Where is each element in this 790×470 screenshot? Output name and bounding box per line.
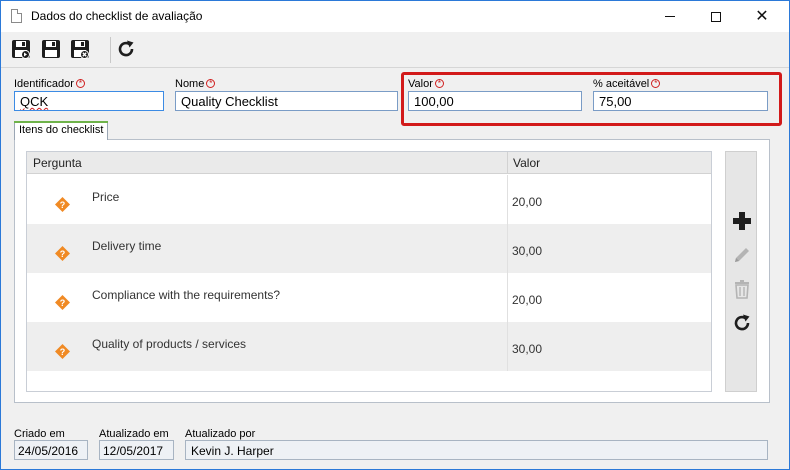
- cell-divider: [507, 175, 508, 224]
- delete-icon[interactable]: [731, 278, 753, 300]
- identifier-field[interactable]: QCK: [14, 91, 164, 111]
- question-text: Delivery time: [92, 239, 162, 253]
- save-and-new-icon[interactable]: [40, 38, 62, 60]
- question-text: Price: [92, 190, 120, 204]
- created-label: Criado em: [14, 428, 65, 440]
- window-title: Dados do checklist de avaliação: [31, 9, 203, 23]
- toolbar: [1, 32, 789, 68]
- value-text: 30,00: [512, 342, 543, 356]
- svg-text:?: ?: [60, 249, 66, 259]
- updated-by-field: Kevin J. Harper: [185, 440, 768, 460]
- maximize-button[interactable]: [693, 1, 739, 32]
- edit-icon[interactable]: [731, 244, 753, 266]
- value-text: 20,00: [512, 293, 543, 307]
- checklist-window: Dados do checklist de avaliação ✕ Identi…: [0, 0, 790, 470]
- close-button[interactable]: ✕: [739, 1, 785, 32]
- grid-side-toolbar: [725, 151, 757, 392]
- cell-divider: [507, 273, 508, 322]
- required-icon: *: [75, 79, 85, 88]
- table-row[interactable]: ? Compliance with the requirements? 20,0…: [27, 273, 711, 322]
- cell-divider: [507, 322, 508, 371]
- question-icon: ?: [55, 246, 70, 261]
- refresh-icon[interactable]: [115, 38, 137, 60]
- identifier-label: Identificador *: [14, 78, 85, 90]
- table-row[interactable]: ? Price 20,00: [27, 175, 711, 224]
- minimize-icon: [665, 16, 675, 17]
- identifier-value: QCK: [20, 94, 49, 109]
- question-icon: ?: [55, 344, 70, 359]
- close-icon: ✕: [755, 7, 769, 25]
- updated-label: Atualizado em: [99, 428, 169, 440]
- grid-header: Pergunta Valor: [27, 152, 711, 174]
- name-label: Nome *: [175, 78, 216, 90]
- question-text: Quality of products / services: [92, 337, 247, 351]
- updated-field: 12/05/2017: [99, 440, 174, 460]
- maximize-icon: [711, 11, 721, 22]
- column-divider: [507, 152, 508, 174]
- created-field: 24/05/2016: [14, 440, 88, 460]
- document-icon: [11, 9, 22, 23]
- question-icon: ?: [55, 295, 70, 310]
- question-text: Compliance with the requirements?: [92, 288, 281, 302]
- svg-text:?: ?: [60, 347, 66, 357]
- value-text: 20,00: [512, 195, 543, 209]
- minimize-button[interactable]: [647, 1, 693, 32]
- value-text: 30,00: [512, 244, 543, 258]
- svg-text:?: ?: [60, 200, 66, 210]
- title-bar: Dados do checklist de avaliação ✕: [1, 1, 789, 32]
- updated-by-label: Atualizado por: [185, 428, 256, 440]
- save-and-close-icon[interactable]: [69, 38, 91, 60]
- save-icon[interactable]: [10, 38, 32, 60]
- refresh-icon[interactable]: [731, 312, 753, 334]
- svg-text:?: ?: [60, 298, 66, 308]
- required-icon: *: [206, 79, 216, 88]
- toolbar-separator: [110, 37, 111, 63]
- tab-checklist-items[interactable]: Itens do checklist: [14, 121, 108, 140]
- column-header-value[interactable]: Valor: [513, 156, 540, 170]
- cell-divider: [507, 224, 508, 273]
- table-row[interactable]: ? Delivery time 30,00: [27, 224, 711, 273]
- question-icon: ?: [55, 197, 70, 212]
- checklist-grid: Pergunta Valor ? Price 20,00 ? Delivery …: [26, 151, 712, 392]
- column-header-question[interactable]: Pergunta: [33, 156, 82, 170]
- name-field[interactable]: Quality Checklist: [175, 91, 398, 111]
- highlight-box: [401, 72, 782, 126]
- add-icon[interactable]: [731, 210, 753, 232]
- table-row[interactable]: ? Quality of products / services 30,00: [27, 322, 711, 371]
